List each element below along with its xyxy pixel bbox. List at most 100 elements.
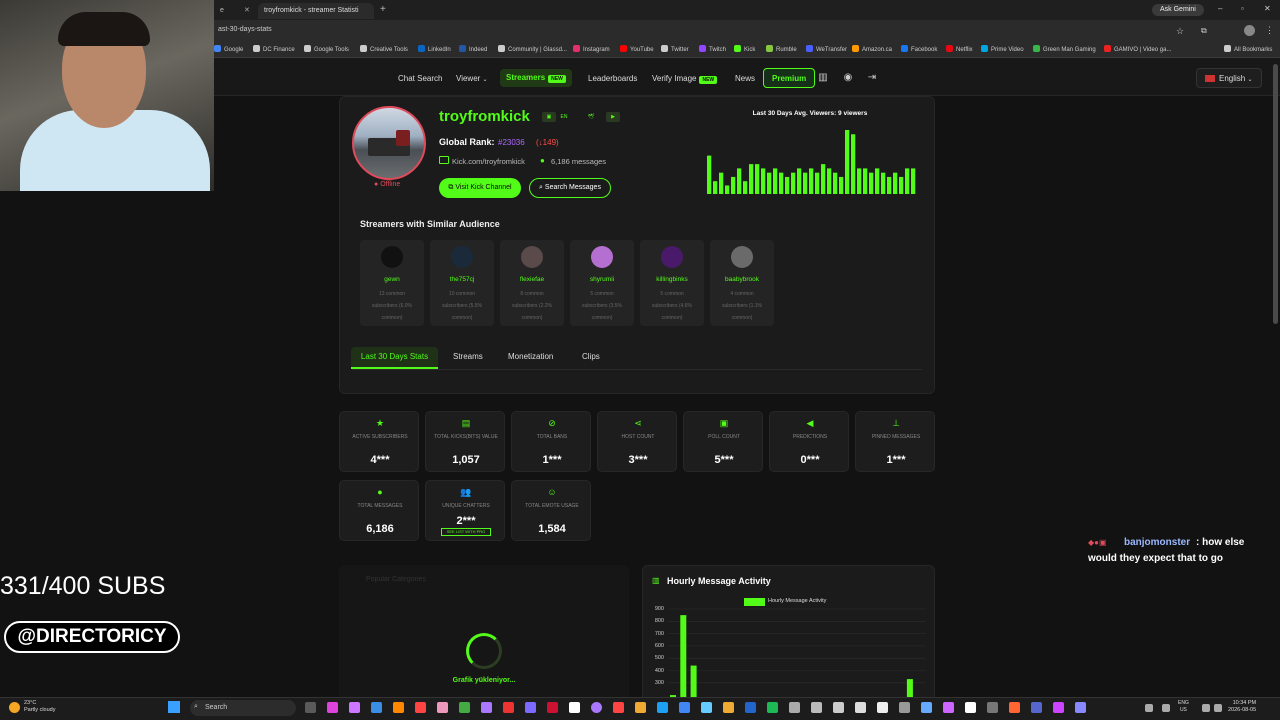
bookmark-item[interactable]: Facebook <box>901 45 937 53</box>
bookmark-item[interactable]: Rumble <box>766 45 797 53</box>
similar-streamer-name[interactable]: flexiefae <box>500 276 564 283</box>
nav-news[interactable]: News <box>735 74 755 83</box>
nav-leaderboards[interactable]: Leaderboards <box>588 74 637 83</box>
taskbar-app-icon[interactable] <box>591 702 602 713</box>
similar-streamer-card[interactable]: flexiefae 8 common subscribers (2.2% common… <box>500 240 564 326</box>
bookmark-item[interactable]: GAMIVO | Video ga... <box>1104 45 1171 53</box>
youtube-icon[interactable]: ▶ <box>606 112 620 122</box>
taskbar-app-icon[interactable] <box>327 702 338 713</box>
taskbar-app-icon[interactable] <box>987 702 998 713</box>
taskbar-app-icon[interactable] <box>1053 702 1064 713</box>
taskbar-app-icon[interactable] <box>833 702 844 713</box>
bookmark-item[interactable]: Prime Video <box>981 45 1024 53</box>
similar-streamer-card[interactable]: killingbinks 5 common subscribers (4.6% com… <box>640 240 704 326</box>
taskbar-app-icon[interactable] <box>767 702 778 713</box>
tab-monetization[interactable]: Monetization <box>508 352 553 361</box>
profile-avatar-icon[interactable] <box>1244 25 1255 36</box>
taskbar-app-icon[interactable] <box>437 702 448 713</box>
nav-verify-image[interactable]: Verify Image NEW <box>652 74 718 84</box>
search-messages-button[interactable]: ⌕ Search Messages <box>529 178 611 198</box>
system-tray-icon[interactable] <box>1162 704 1170 712</box>
bookmark-item[interactable]: Twitch <box>699 45 726 53</box>
bookmark-item[interactable]: Community | Glassd... <box>498 45 567 53</box>
bookmark-item[interactable]: Google Tools <box>304 45 349 53</box>
bookmark-item[interactable]: All Bookmarks <box>1224 45 1272 53</box>
menu-dots-icon[interactable]: ⋮ <box>1265 25 1274 36</box>
taskbar-app-icon[interactable] <box>745 702 756 713</box>
similar-streamer-card[interactable]: baabybrook 4 common subscribers (1.1% commo… <box>710 240 774 326</box>
taskbar-clock[interactable]: 10:34 PM 2026-08-05 <box>1228 700 1256 714</box>
taskbar-app-icon[interactable] <box>613 702 624 713</box>
bookmark-item[interactable]: Instagram <box>573 45 610 53</box>
taskbar-app-icon[interactable] <box>547 702 558 713</box>
new-tab-icon[interactable]: + <box>380 4 386 15</box>
ask-gemini-button[interactable]: Ask Gemini <box>1152 4 1204 16</box>
taskbar-app-icon[interactable] <box>811 702 822 713</box>
discord-icon[interactable]: ◉ <box>840 70 856 86</box>
url-field[interactable]: ast-30-days-stats <box>218 26 272 33</box>
system-tray-icon[interactable] <box>1202 704 1210 712</box>
taskbar-search[interactable]: Search <box>190 700 296 716</box>
language-select[interactable]: English ⌄ <box>1196 68 1262 88</box>
similar-streamer-name[interactable]: killingbinks <box>640 276 704 283</box>
bookmark-item[interactable]: Twitter <box>661 45 689 53</box>
weather-widget[interactable]: 23°C Partly cloudy <box>24 700 56 714</box>
taskbar-app-icon[interactable] <box>349 702 360 713</box>
page-scrollbar[interactable] <box>1273 64 1278 324</box>
taskbar-app-icon[interactable] <box>877 702 888 713</box>
tab-streams[interactable]: Streams <box>453 352 483 361</box>
browser-tab-active[interactable]: troyfromkick - streamer Statisti <box>258 3 374 19</box>
nav-viewer[interactable]: Viewer ⌄ <box>456 74 488 83</box>
taskbar-app-icon[interactable] <box>1075 702 1086 713</box>
similar-streamer-name[interactable]: baabybrook <box>710 276 774 283</box>
bookmark-item[interactable]: Netflix <box>946 45 973 53</box>
taskbar-app-icon[interactable] <box>371 702 382 713</box>
extensions-icon[interactable]: ⧉ <box>1201 26 1207 36</box>
similar-streamer-name[interactable]: the757cj <box>430 276 494 283</box>
taskbar-app-icon[interactable] <box>525 702 536 713</box>
bookmark-item[interactable]: YouTube <box>620 45 654 53</box>
bookmark-star-icon[interactable]: ☆ <box>1176 26 1184 37</box>
tab-clips[interactable]: Clips <box>582 352 600 361</box>
language-tray[interactable]: ENG US <box>1178 700 1189 714</box>
nav-premium-button[interactable]: Premium <box>763 68 816 88</box>
bookmark-item[interactable]: Indeed <box>459 45 487 53</box>
system-tray-icon[interactable] <box>1145 704 1153 712</box>
taskbar-app-icon[interactable] <box>657 702 668 713</box>
similar-streamer-name[interactable]: shyrumii <box>570 276 634 283</box>
similar-streamer-card[interactable]: the757cj 10 common subscribers (5.5% common… <box>430 240 494 326</box>
similar-streamer-card[interactable]: gewn 13 common subscribers (6.0% common) <box>360 240 424 326</box>
channel-link[interactable]: Kick.com/troyfromkick <box>452 157 525 166</box>
taskbar-app-icon[interactable] <box>965 702 976 713</box>
taskbar-app-icon[interactable] <box>459 702 470 713</box>
see-list-pro-button[interactable]: SEE LIST WITH PRO <box>441 528 491 536</box>
tab-last-30-days[interactable]: Last 30 Days Stats <box>351 347 438 369</box>
taskbar-app-icon[interactable] <box>855 702 866 713</box>
taskbar-app-icon[interactable] <box>569 702 580 713</box>
bookmark-item[interactable]: Google <box>214 45 243 53</box>
taskbar-app-icon[interactable] <box>701 702 712 713</box>
taskbar-app-icon[interactable] <box>723 702 734 713</box>
nav-chat-search[interactable]: Chat Search <box>398 74 442 83</box>
similar-streamer-name[interactable]: gewn <box>360 276 424 283</box>
taskbar-app-icon[interactable] <box>305 702 316 713</box>
bookmark-item[interactable]: Creative Tools <box>360 45 408 53</box>
bookmark-item[interactable]: Kick <box>734 45 755 53</box>
taskbar-app-icon[interactable] <box>1031 702 1042 713</box>
nav-streamers[interactable]: Streamers NEW <box>500 69 572 87</box>
taskbar-app-icon[interactable] <box>679 702 690 713</box>
bookmark-item[interactable]: DC Finance <box>253 45 295 53</box>
similar-streamer-card[interactable]: shyrumii 5 common subscribers (3.5% common) <box>570 240 634 326</box>
taskbar-app-icon[interactable] <box>921 702 932 713</box>
chart-icon[interactable]: ▥ <box>815 70 831 86</box>
taskbar-app-icon[interactable] <box>789 702 800 713</box>
minimize-icon[interactable]: – <box>1218 4 1222 13</box>
taskbar-app-icon[interactable] <box>1009 702 1020 713</box>
weather-icon[interactable] <box>9 702 20 713</box>
bookmark-item[interactable]: Green Man Gaming <box>1033 45 1096 53</box>
bookmark-item[interactable]: Amazon.ca <box>852 45 892 53</box>
maximize-icon[interactable]: ▫ <box>1241 4 1244 13</box>
system-tray-icon[interactable] <box>1214 704 1222 712</box>
taskbar-app-icon[interactable] <box>899 702 910 713</box>
twitter-icon[interactable]: 🕊 <box>584 112 598 122</box>
